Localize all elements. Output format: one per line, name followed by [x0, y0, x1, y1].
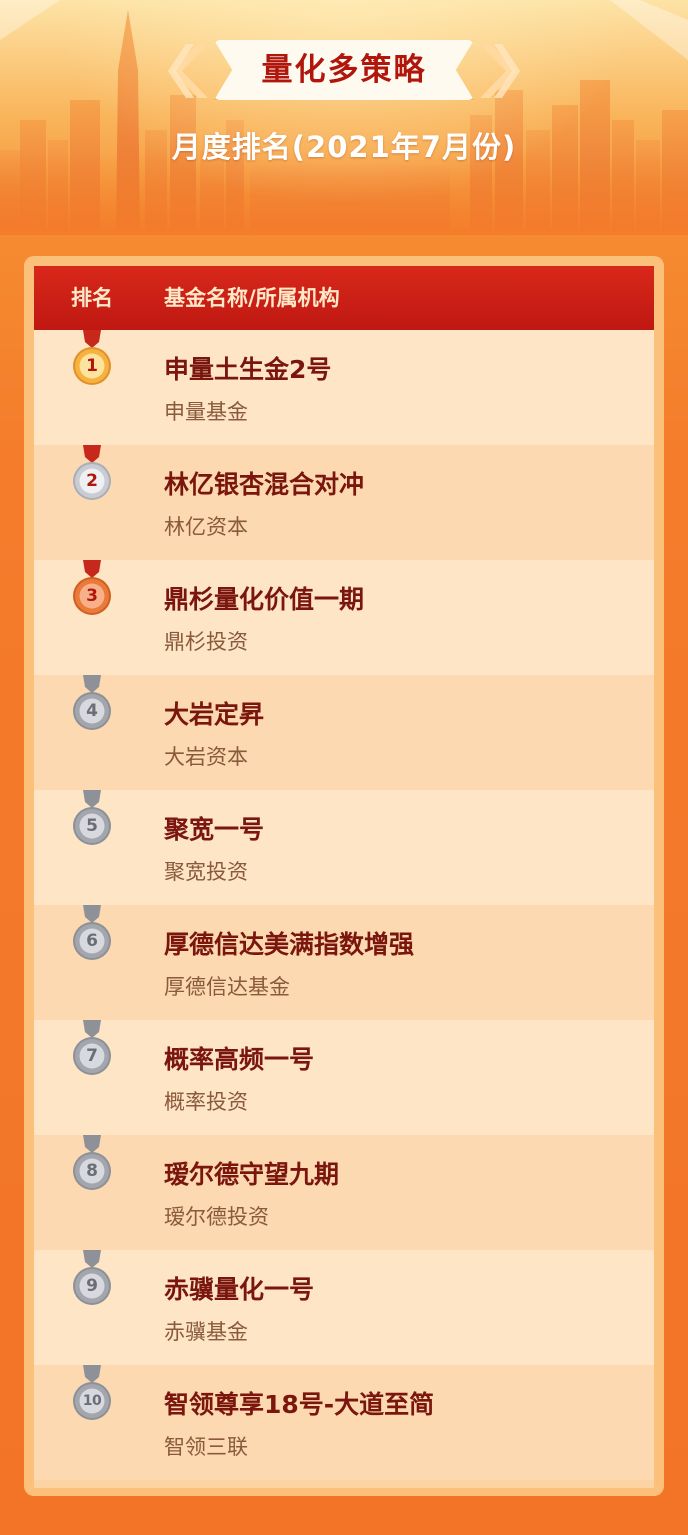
list-bottom-edge [34, 1480, 654, 1488]
fund-organization: 林亿资本 [164, 515, 248, 539]
ranking-row: 6 厚德信达美满指数增强厚德信达基金 [34, 905, 654, 1020]
fund-organization: 大岩资本 [164, 745, 248, 769]
left-chevron-decoration [168, 44, 208, 98]
rank-number: 3 [86, 586, 98, 606]
ranking-row: 9 赤骥量化一号赤骥基金 [34, 1250, 654, 1365]
rank-medal-icon: 5 [72, 790, 112, 852]
fund-name: 智领尊享18号-大道至简 [164, 1390, 435, 1419]
fund-organization: 鼎杉投资 [164, 630, 248, 654]
rank-medal-icon: 2 [72, 445, 112, 507]
rank-number: 4 [86, 701, 98, 721]
page-background: 量化多策略 月度排名(2021年7月份) 排名 基金名称/所属机构 1 申量土生金… [0, 0, 688, 1535]
column-header-rank: 排名 [71, 286, 113, 310]
rank-number: 5 [86, 816, 98, 836]
ranking-row: 2 林亿银杏混合对冲林亿资本 [34, 445, 654, 560]
fund-organization: 赤骥基金 [164, 1320, 248, 1344]
right-chevron-decoration [480, 44, 520, 98]
rank-number: 10 [82, 1393, 102, 1409]
fund-name: 鼎杉量化价值一期 [164, 585, 365, 614]
rank-medal-icon: 7 [72, 1020, 112, 1082]
ranking-row: 10 智领尊享18号-大道至简智领三联 [34, 1365, 654, 1480]
fund-name: 大岩定昇 [164, 700, 265, 729]
ranking-row: 3 鼎杉量化价值一期鼎杉投资 [34, 560, 654, 675]
fund-name: 瑷尔德守望九期 [164, 1160, 340, 1189]
rank-number: 7 [86, 1046, 98, 1066]
column-header-fund: 基金名称/所属机构 [164, 286, 340, 310]
page-subtitle: 月度排名(2021年7月份) [171, 130, 517, 164]
rank-number: 6 [86, 931, 98, 951]
rank-medal-icon: 8 [72, 1135, 112, 1197]
header-glow [0, 0, 688, 240]
fund-name: 概率高频一号 [164, 1045, 315, 1074]
rank-medal-icon: 1 [72, 330, 112, 392]
fund-organization: 聚宽投资 [164, 860, 248, 884]
rank-number: 2 [86, 471, 98, 491]
rank-number: 9 [86, 1276, 98, 1296]
rank-medal-icon: 4 [72, 675, 112, 737]
rank-number: 1 [86, 356, 98, 376]
fund-organization: 厚德信达基金 [164, 975, 290, 999]
rank-medal-icon: 9 [72, 1250, 112, 1312]
ranking-row: 4 大岩定昇大岩资本 [34, 675, 654, 790]
fund-organization: 概率投资 [164, 1090, 248, 1114]
fund-organization: 智领三联 [164, 1435, 248, 1459]
fund-name: 林亿银杏混合对冲 [164, 470, 365, 499]
ranking-row: 5 聚宽一号聚宽投资 [34, 790, 654, 905]
rank-medal-icon: 3 [72, 560, 112, 622]
fund-name: 申量土生金2号 [164, 355, 332, 384]
ranking-row: 7 概率高频一号概率投资 [34, 1020, 654, 1135]
ranking-row: 8 瑷尔德守望九期瑷尔德投资 [34, 1135, 654, 1250]
fund-organization: 申量基金 [164, 400, 248, 424]
fund-organization: 瑷尔德投资 [164, 1205, 269, 1229]
page-title: 量化多策略 [261, 52, 427, 88]
fund-name: 赤骥量化一号 [164, 1275, 315, 1304]
ranking-row: 1 申量土生金2号申量基金 [34, 330, 654, 445]
rank-number: 8 [86, 1161, 98, 1181]
rank-medal-icon: 10 [72, 1365, 112, 1427]
fund-name: 厚德信达美满指数增强 [164, 930, 415, 959]
fund-name: 聚宽一号 [164, 815, 265, 844]
rank-medal-icon: 6 [72, 905, 112, 967]
